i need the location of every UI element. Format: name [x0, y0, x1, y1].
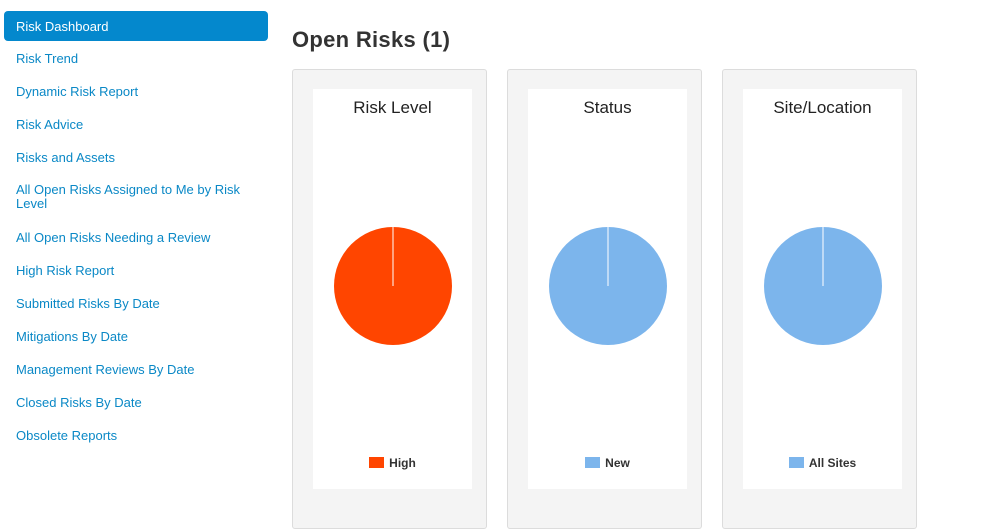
report-sidebar: Risk Dashboard Risk Trend Dynamic Risk R…: [4, 11, 268, 454]
legend-swatch: [585, 457, 601, 468]
sidebar-item-risk-dashboard[interactable]: Risk Dashboard: [4, 11, 268, 41]
status-chart: Status New: [528, 89, 687, 489]
pie-chart-svg: [334, 227, 452, 345]
sidebar-item-management-reviews-by-date[interactable]: Management Reviews By Date: [4, 355, 268, 385]
chart-legend[interactable]: All Sites: [743, 456, 902, 470]
status-panel: Status New: [507, 69, 702, 529]
site-location-panel: Site/Location All Sites: [722, 69, 917, 529]
sidebar-item-dynamic-risk-report[interactable]: Dynamic Risk Report: [4, 77, 268, 107]
legend-label: High: [389, 456, 416, 470]
sidebar-item-obsolete-reports[interactable]: Obsolete Reports: [4, 421, 268, 451]
risk-level-panel: Risk Level High: [292, 69, 487, 529]
sidebar-item-open-risks-assigned-to-me[interactable]: All Open Risks Assigned to Me by Risk Le…: [4, 176, 268, 220]
sidebar-item-open-risks-needing-review[interactable]: All Open Risks Needing a Review: [4, 223, 268, 253]
legend-swatch: [369, 457, 385, 468]
sidebar-item-risks-and-assets[interactable]: Risks and Assets: [4, 143, 268, 173]
legend-swatch: [788, 457, 804, 468]
legend-label: All Sites: [808, 456, 857, 470]
sidebar-item-closed-risks-by-date[interactable]: Closed Risks By Date: [4, 388, 268, 418]
sidebar-item-risk-trend[interactable]: Risk Trend: [4, 44, 268, 74]
page-title: Open Risks (1): [292, 27, 451, 52]
site-location-chart: Site/Location All Sites: [743, 89, 902, 489]
sidebar-item-mitigations-by-date[interactable]: Mitigations By Date: [4, 322, 268, 352]
pie-chart-svg: [549, 227, 667, 345]
risk-level-chart: Risk Level High: [313, 89, 472, 489]
pie-chart-svg: [764, 227, 882, 345]
sidebar-item-risk-advice[interactable]: Risk Advice: [4, 110, 268, 140]
sidebar-item-submitted-risks-by-date[interactable]: Submitted Risks By Date: [4, 289, 268, 319]
sidebar-item-high-risk-report[interactable]: High Risk Report: [4, 256, 268, 286]
chart-legend[interactable]: High: [313, 456, 472, 470]
chart-legend[interactable]: New: [528, 456, 687, 470]
legend-label: New: [605, 456, 630, 470]
